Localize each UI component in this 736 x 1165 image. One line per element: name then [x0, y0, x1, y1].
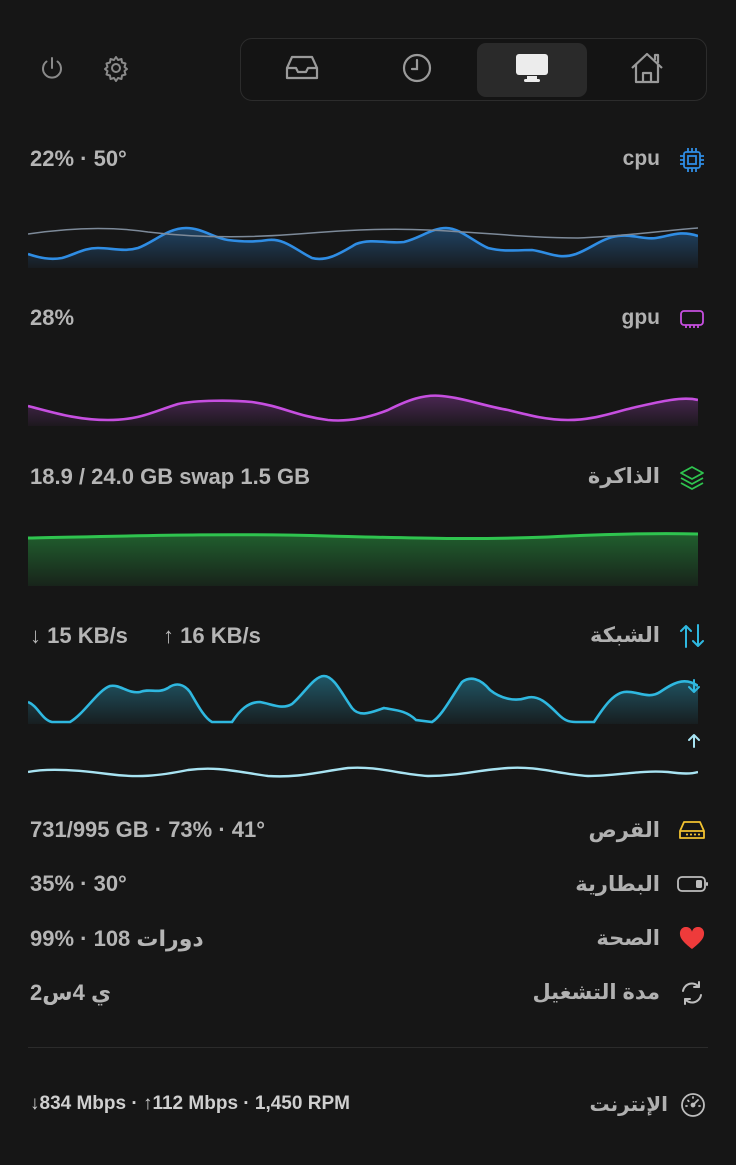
- upload-arrow-icon: [686, 733, 702, 754]
- clock-icon: [401, 52, 433, 89]
- gpu-label: gpu: [621, 306, 660, 329]
- gpu-graph: [28, 394, 698, 426]
- cpu-value: 22% · 50°: [30, 146, 127, 171]
- speedometer-icon: [680, 1092, 706, 1123]
- health-label: الصحة: [596, 927, 660, 950]
- power-icon: [38, 54, 66, 87]
- tab-home[interactable]: [592, 43, 702, 97]
- network-up-value: ↑ 16 KB/s: [163, 623, 261, 648]
- network-down-graph: [28, 674, 698, 724]
- heart-icon: [679, 926, 705, 956]
- battery-label: البطارية: [575, 873, 660, 896]
- tab-system[interactable]: [477, 43, 587, 97]
- internet-label: الإنترنت: [589, 1094, 668, 1116]
- gear-icon: [102, 54, 130, 87]
- uptime-value: 2ي 4س: [30, 980, 112, 1005]
- tab-history[interactable]: [362, 43, 472, 97]
- tab-bar: [240, 38, 707, 101]
- gpu-chip-icon: [679, 307, 705, 334]
- house-icon: [629, 51, 665, 90]
- tab-inbox[interactable]: [247, 43, 357, 97]
- disk-value: 731/995 GB · 73% · 41°: [30, 817, 266, 842]
- cpu-chip-icon: [679, 147, 705, 178]
- network-down-value: ↓ 15 KB/s: [30, 623, 128, 648]
- download-arrow-icon: [686, 678, 702, 699]
- gpu-value: 28%: [30, 305, 75, 330]
- tray-icon: [284, 53, 320, 88]
- disk-label: القرص: [588, 819, 660, 842]
- cpu-graph: [28, 226, 698, 268]
- refresh-icon: [678, 979, 706, 1012]
- cpu-label: cpu: [622, 147, 660, 170]
- memory-label: الذاكرة: [587, 465, 660, 488]
- divider: [28, 1047, 708, 1048]
- battery-icon: [677, 875, 709, 898]
- network-up-graph: [28, 766, 698, 778]
- battery-value: 35% · 30°: [30, 871, 127, 896]
- internet-speed-value: ↓834 Mbps · ↑112 Mbps · 1,450 RPM: [30, 1093, 350, 1114]
- memory-value: 18.9 / 24.0 GB swap 1.5 GB: [30, 464, 311, 489]
- monitor-icon: [514, 52, 550, 89]
- memory-graph: [28, 532, 698, 586]
- uptime-label: مدة التشغيل: [532, 981, 660, 1004]
- arrows-up-down-icon: [678, 623, 706, 654]
- network-label: الشبكة: [590, 624, 660, 647]
- settings-button[interactable]: [96, 50, 136, 90]
- power-button[interactable]: [32, 50, 72, 90]
- disk-drive-icon: [678, 819, 706, 846]
- health-value: 99% · 108 دورات: [30, 926, 204, 951]
- layers-icon: [679, 465, 705, 496]
